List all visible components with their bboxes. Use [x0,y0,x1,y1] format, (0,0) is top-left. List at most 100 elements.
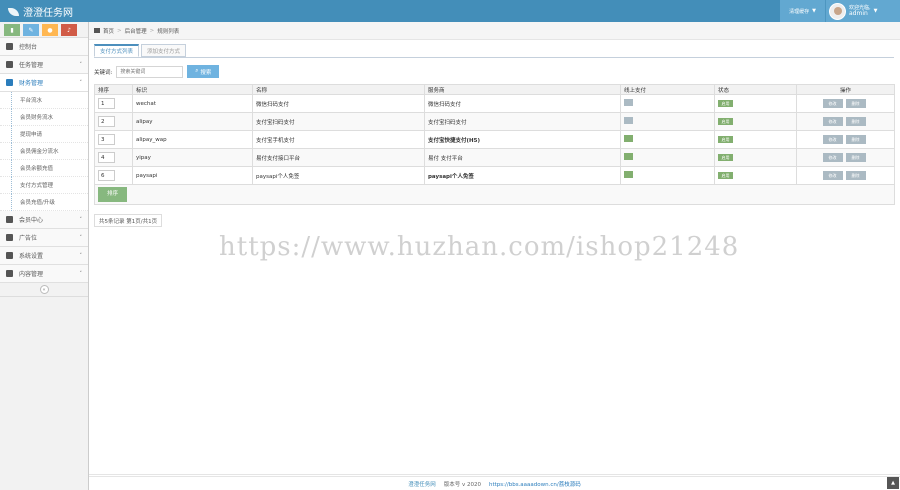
avatar [829,2,846,20]
breadcrumb-current: 规则列表 [157,28,180,35]
status-badge[interactable]: 启用 [718,154,733,161]
sort-button[interactable]: 排序 [98,187,127,202]
brand-logo[interactable]: 澄澄任务网 [8,4,73,19]
status-badge[interactable]: 启用 [718,100,733,107]
sort-input[interactable]: 6 [98,170,115,181]
sidebar-item-label: 广告位 [19,235,38,242]
leaf-icon [8,7,19,16]
cell-state: 启用 [714,112,797,131]
sidebar-subitem[interactable]: 会员充值/升级 [0,194,88,211]
tab-payment-list[interactable]: 支付方式列表 [94,44,140,57]
online-toggle[interactable] [624,171,633,178]
sidebar-subitem[interactable]: 支付方式管理 [0,177,88,194]
edit-button[interactable]: 修改 [822,117,843,126]
sidebar-subitem[interactable]: 会员余额充值 [0,160,88,177]
cell-online [620,148,715,167]
breadcrumb-separator: > [149,27,155,34]
status-badge[interactable]: 启用 [718,136,733,143]
cell-state: 启用 [714,166,797,185]
breadcrumb-home[interactable]: 首页 [103,27,114,35]
cell-provider: 易付 支付平台 [424,148,621,167]
page-footer: 澄澄任务网 版本号 v 2020 https://bbs.aaaadown.cn… [89,474,900,490]
sidebar-item[interactable]: 会员中心 ˅ [0,211,88,229]
payment-table: 排序 标识 名称 服务商 线上支付 状态 操作 1 wechat 微信扫码支付 微信扫… [94,84,895,205]
cell-state: 启用 [714,94,797,113]
col-sort: 排序 [94,84,133,95]
sidebar-item[interactable]: 任务管理 ˅ [0,56,88,74]
online-toggle[interactable] [624,135,633,142]
main-content: 首页 > 后台管理 > 规则列表 支付方式列表 添加支付方式 关键词: ⌕ 搜索… [89,22,900,490]
sidebar-item[interactable]: 系统设置 ˅ [0,247,88,265]
cell-sort: 3 [94,130,133,149]
sort-input[interactable]: 1 [98,98,115,109]
user-menu[interactable]: 欢迎光临, admin ▼ [825,0,900,22]
col-state: 状态 [714,84,797,95]
sidebar-subitem[interactable]: 会员佣金分流水 [0,143,88,160]
sidebar-collapse[interactable]: « [0,283,88,297]
group-shortcut-icon[interactable]: ● [42,24,58,36]
footer-brand[interactable]: 澄澄任务网 [408,480,436,488]
bell-shortcut-icon[interactable]: ♪ [61,24,77,36]
cell-online [620,112,715,131]
breadcrumb-admin[interactable]: 后台管理 [125,27,147,35]
footer-version: 版本号 v 2020 [443,481,481,488]
sidebar-subitem[interactable]: 会员财务流水 [0,109,88,126]
table-row: 3 alipay_wap 支付宝手机支付 支付宝快捷支付(H5) 启用 修改 删除 [94,130,895,149]
col-online: 线上支付 [620,84,715,95]
cell-name: 支付宝手机支付 [252,130,425,149]
sidebar-item[interactable]: 内容管理 ˅ [0,265,88,283]
sidebar-shortcuts: ▮ ✎ ● ♪ [0,22,88,38]
delete-button[interactable]: 删除 [845,153,866,162]
sort-input[interactable]: 3 [98,134,115,145]
search-button[interactable]: ⌕ 搜索 [187,65,220,78]
ad-icon [6,234,13,241]
table-row: 2 alipay 支付宝扫码支付 支付宝扫码支付 启用 修改 删除 [94,112,895,131]
chevron-down-icon: ˅ [79,61,83,68]
edit-button[interactable]: 修改 [822,171,843,180]
delete-button[interactable]: 删除 [845,135,866,144]
edit-button[interactable]: 修改 [822,153,843,162]
sidebar-subitem[interactable]: 平台流水 [0,92,88,109]
delete-button[interactable]: 删除 [845,171,866,180]
cell-sort: 4 [94,148,133,167]
table-footer-cell: 排序 [94,184,895,205]
chevron-down-icon: ˅ [79,216,83,223]
user-info: 欢迎光临, admin [849,5,871,17]
cell-sort: 2 [94,112,133,131]
sidebar-item[interactable]: 广告位 ˅ [0,229,88,247]
clear-cache-button[interactable]: 清理缓存 ▼ [780,0,825,22]
caret-down-icon: ▼ [812,8,816,14]
scroll-top-button[interactable]: ▲ [887,477,899,489]
footer-link[interactable]: https://bbs.aaaadown.cn/荔枝源码 [489,480,581,488]
delete-button[interactable]: 删除 [845,99,866,108]
online-toggle[interactable] [624,117,633,124]
online-toggle[interactable] [624,153,633,160]
search-input[interactable] [116,65,184,78]
status-badge[interactable]: 启用 [718,172,733,179]
cell-code: alipay_wap [132,130,253,149]
breadcrumb-separator: > [117,27,122,34]
sidebar-subitem[interactable]: 提现申请 [0,126,88,143]
table-header-row: 排序 标识 名称 服务商 线上支付 状态 操作 [94,84,895,95]
user-icon [6,216,13,223]
col-code: 标识 [132,84,253,95]
cell-actions: 修改 删除 [796,148,895,167]
tab-add-payment[interactable]: 添加支付方式 [141,44,187,57]
pencil-shortcut-icon[interactable]: ✎ [23,24,39,36]
signal-shortcut-icon[interactable]: ▮ [4,24,20,36]
online-toggle[interactable] [624,99,633,106]
edit-button[interactable]: 修改 [822,135,843,144]
top-navbar: 澄澄任务网 清理缓存 ▼ 欢迎光临, admin ▼ [0,0,900,22]
tab-divider [94,57,894,58]
status-badge[interactable]: 启用 [718,118,733,125]
sidebar-item[interactable]: 财务管理 ˅ [0,74,88,92]
cell-provider: 支付宝快捷支付(H5) [424,130,621,149]
delete-button[interactable]: 删除 [845,117,866,126]
edit-button[interactable]: 修改 [822,99,843,108]
sort-input[interactable]: 4 [98,152,115,163]
sort-input[interactable]: 2 [98,116,115,127]
sidebar-item-label: 系统设置 [19,253,44,260]
sidebar-item-label: 控制台 [19,44,38,51]
chevron-down-icon: ˅ [79,79,83,86]
sidebar-item[interactable]: 控制台 [0,38,88,56]
